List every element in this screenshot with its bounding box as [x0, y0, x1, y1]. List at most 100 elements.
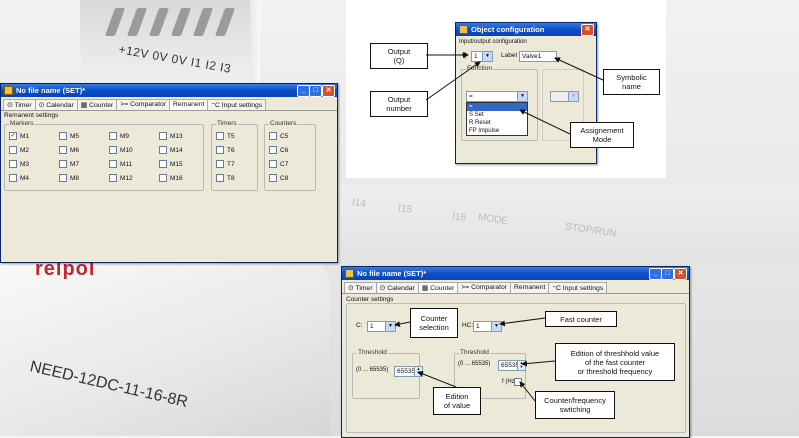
tab-input-settings[interactable]: ⁼C Input settings [548, 282, 608, 293]
marker-checkbox-m14[interactable]: M14 [159, 146, 183, 154]
maximize-button[interactable]: □ [661, 268, 674, 280]
marker-checkbox-m6[interactable]: M6 [59, 146, 79, 154]
checkbox-label: M5 [70, 132, 80, 140]
threshold-input[interactable]: 65535 [394, 366, 416, 377]
fast-threshold-spinner[interactable]: ▲ ▼ [517, 360, 526, 371]
marker-checkbox-m12[interactable]: M12 [109, 174, 133, 182]
tab-counter[interactable]: ▦ Counter [76, 99, 118, 110]
checkbox-box[interactable] [216, 132, 224, 140]
tab-comparator[interactable]: >= Comparator [457, 282, 511, 293]
fast-counter-select[interactable]: 1 ▼ [473, 321, 502, 332]
tab-counter[interactable]: ▦ Counter [417, 282, 459, 293]
checkbox-box[interactable] [109, 146, 117, 154]
tab-comparator[interactable]: >= Comparator [116, 99, 170, 110]
checkbox-box[interactable] [109, 174, 117, 182]
tab-calendar[interactable]: ⊙ Calendar [375, 282, 419, 293]
marker-checkbox-m13[interactable]: M13 [159, 132, 183, 140]
tab-remanent[interactable]: Remanent [510, 282, 550, 293]
label-caption: Label [501, 52, 517, 59]
marker-checkbox-m9[interactable]: M9 [109, 132, 129, 140]
checkbox-label: M10 [120, 146, 133, 154]
checkbox-box[interactable] [59, 132, 67, 140]
marker-checkbox-m4[interactable]: M4 [9, 174, 29, 182]
marker-checkbox-m5[interactable]: M5 [59, 132, 79, 140]
maximize-button[interactable]: □ [309, 85, 322, 97]
checkbox-label: M14 [170, 146, 183, 154]
silk-i14: I14 [351, 197, 367, 210]
hc-label: HC: [462, 322, 474, 329]
marker-checkbox-m10[interactable]: M10 [109, 146, 133, 154]
tab-timer[interactable]: ⊙ Timer [3, 99, 36, 110]
checkbox-label: C6 [280, 146, 289, 154]
c-label: C: [356, 322, 363, 329]
function-select[interactable]: = ▼ [466, 91, 528, 102]
timer-checkbox-t7[interactable]: T7 [216, 160, 235, 168]
checkbox-box[interactable] [59, 146, 67, 154]
checkbox-box[interactable] [159, 132, 167, 140]
checkbox-box[interactable] [9, 174, 17, 182]
checkbox-label: M6 [70, 146, 80, 154]
marker-checkbox-m8[interactable]: M8 [59, 174, 79, 182]
chevron-down-icon: ▼ [385, 322, 395, 331]
checkbox-label: M3 [20, 160, 30, 168]
tab-calendar[interactable]: ⊙ Calendar [34, 99, 78, 110]
output-number-select[interactable]: 1 ▼ [471, 51, 493, 62]
checkbox-box[interactable] [9, 146, 17, 154]
close-button[interactable]: ✕ [674, 268, 687, 280]
checkbox-label: C7 [280, 160, 289, 168]
counter-checkbox-c7[interactable]: C7 [269, 160, 288, 168]
checkbox-label: T8 [227, 174, 235, 182]
callout-counter-selection: Counter selection [410, 308, 458, 338]
section-label: Remanent settings [4, 112, 59, 119]
list-item[interactable]: R Reset [467, 119, 527, 127]
list-item[interactable]: S Set [467, 111, 527, 119]
close-button[interactable]: ✕ [581, 24, 594, 36]
checkbox-box[interactable] [59, 160, 67, 168]
marker-checkbox-m15[interactable]: M15 [159, 160, 183, 168]
tab-remanent[interactable]: Remanent [169, 99, 209, 110]
checkbox-box[interactable] [216, 174, 224, 182]
list-item[interactable]: = [467, 103, 527, 111]
tab-timer[interactable]: ⊙ Timer [344, 282, 377, 293]
checkbox-box[interactable] [216, 160, 224, 168]
marker-checkbox-m1[interactable]: ✓ M1 [9, 132, 29, 140]
checkbox-box[interactable] [9, 160, 17, 168]
counter-checkbox-c8[interactable]: C8 [269, 174, 288, 182]
callout-output-number: Output number [370, 91, 428, 117]
checkbox-box[interactable] [59, 174, 67, 182]
counter-select[interactable]: 1 ▼ [367, 321, 396, 332]
checkbox-box[interactable] [159, 146, 167, 154]
app-icon [4, 86, 13, 95]
checkbox-box[interactable] [269, 174, 277, 182]
checkbox-box[interactable] [109, 132, 117, 140]
threshold-spinner[interactable]: ▲ ▼ [414, 366, 423, 377]
marker-checkbox-m3[interactable]: M3 [9, 160, 29, 168]
checkbox-box[interactable] [269, 132, 277, 140]
device-vents [104, 8, 270, 38]
checkbox-box[interactable] [216, 146, 224, 154]
label-input[interactable]: Valve1 [519, 51, 557, 62]
timer-checkbox-t8[interactable]: T8 [216, 174, 235, 182]
counter-checkbox-c6[interactable]: C6 [269, 146, 288, 154]
checkbox-box[interactable] [109, 160, 117, 168]
checkbox-box[interactable] [269, 160, 277, 168]
close-button[interactable]: ✕ [322, 85, 335, 97]
timer-checkbox-t6[interactable]: T6 [216, 146, 235, 154]
tab-input-settings[interactable]: ⁼C Input settings [207, 99, 267, 110]
marker-checkbox-m11[interactable]: M11 [109, 160, 132, 168]
marker-checkbox-m16[interactable]: M16 [159, 174, 183, 182]
checkbox-box[interactable] [159, 160, 167, 168]
frequency-checkbox[interactable] [514, 378, 525, 386]
callout-edition-value: Edition of value [433, 387, 481, 415]
tab-bar: ⊙ Timer ⊙ Calendar ▦ Counter >= Comparat… [342, 280, 689, 294]
checkbox-box[interactable]: ✓ [9, 132, 17, 140]
checkbox-box[interactable] [159, 174, 167, 182]
checkbox-box[interactable] [269, 146, 277, 154]
counter-checkbox-c5[interactable]: C5 [269, 132, 288, 140]
list-item[interactable]: FP Impulse [467, 127, 527, 135]
input-settings-icon: ⁼C [552, 285, 563, 292]
marker-checkbox-m2[interactable]: M2 [9, 146, 29, 154]
callout-edition-threshold: Edition of threshhold value of the fast … [555, 343, 675, 381]
timer-checkbox-t5[interactable]: T5 [216, 132, 235, 140]
marker-checkbox-m7[interactable]: M7 [59, 160, 79, 168]
